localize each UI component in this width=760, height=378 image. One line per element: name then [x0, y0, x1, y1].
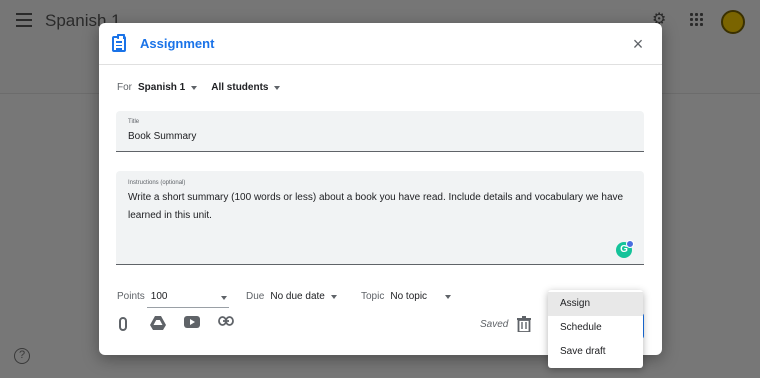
grammarly-icon[interactable]: G	[616, 240, 634, 258]
close-icon[interactable]: ×	[628, 34, 648, 54]
trash-icon[interactable]	[517, 316, 531, 333]
points-label: Points	[117, 291, 145, 302]
instructions-field[interactable]: Instructions (optional) Write a short su…	[116, 171, 644, 265]
attachment-toolbar	[116, 316, 252, 332]
chevron-down-icon	[221, 296, 227, 300]
menu-item-assign[interactable]: Assign	[548, 292, 643, 316]
assign-dropdown-menu: Assign Schedule Save draft	[548, 290, 643, 368]
chevron-down-icon	[445, 294, 452, 299]
instructions-field-label: Instructions (optional)	[128, 180, 186, 186]
dialog-title: Assignment	[140, 36, 215, 51]
points-value: 100	[150, 291, 168, 302]
due-value: No due date	[270, 291, 325, 302]
avatar[interactable]	[721, 10, 745, 34]
chevron-down-icon	[330, 294, 337, 299]
topic-select[interactable]: Topic No topic	[361, 291, 452, 302]
help-icon[interactable]: ?	[14, 348, 30, 364]
saved-status: Saved	[480, 319, 509, 330]
topic-value: No topic	[390, 291, 428, 302]
menu-item-save-draft[interactable]: Save draft	[548, 340, 643, 364]
class-select[interactable]: Spanish 1	[138, 82, 198, 93]
class-select-value: Spanish 1	[138, 82, 186, 93]
for-row: For Spanish 1 All students	[117, 82, 281, 93]
due-label: Due	[246, 291, 265, 302]
link-icon[interactable]	[218, 316, 234, 332]
youtube-icon[interactable]	[184, 316, 200, 332]
title-field-label: Title	[128, 119, 140, 125]
menu-item-schedule[interactable]: Schedule	[548, 316, 643, 340]
apps-grid-icon[interactable]	[690, 13, 704, 27]
students-select-value: All students	[211, 82, 269, 93]
paperclip-icon[interactable]	[119, 317, 127, 331]
due-select[interactable]: Due No due date	[246, 291, 337, 302]
instructions-field-value: Write a short summary (100 words or less…	[128, 192, 624, 221]
for-label: For	[117, 82, 132, 93]
students-select[interactable]: All students	[211, 82, 281, 93]
chevron-down-icon	[274, 85, 281, 90]
google-drive-icon[interactable]	[150, 316, 166, 332]
dialog-header: Assignment ×	[99, 23, 662, 65]
assignment-icon	[112, 34, 126, 52]
chevron-down-icon	[191, 85, 198, 90]
points-select[interactable]: Points 100	[117, 291, 229, 308]
topic-label: Topic	[361, 291, 385, 302]
title-field[interactable]: Title Book Summary	[116, 111, 644, 152]
title-field-value: Book Summary	[128, 131, 197, 142]
hamburger-menu-icon[interactable]	[16, 13, 32, 27]
points-underline	[147, 307, 229, 308]
